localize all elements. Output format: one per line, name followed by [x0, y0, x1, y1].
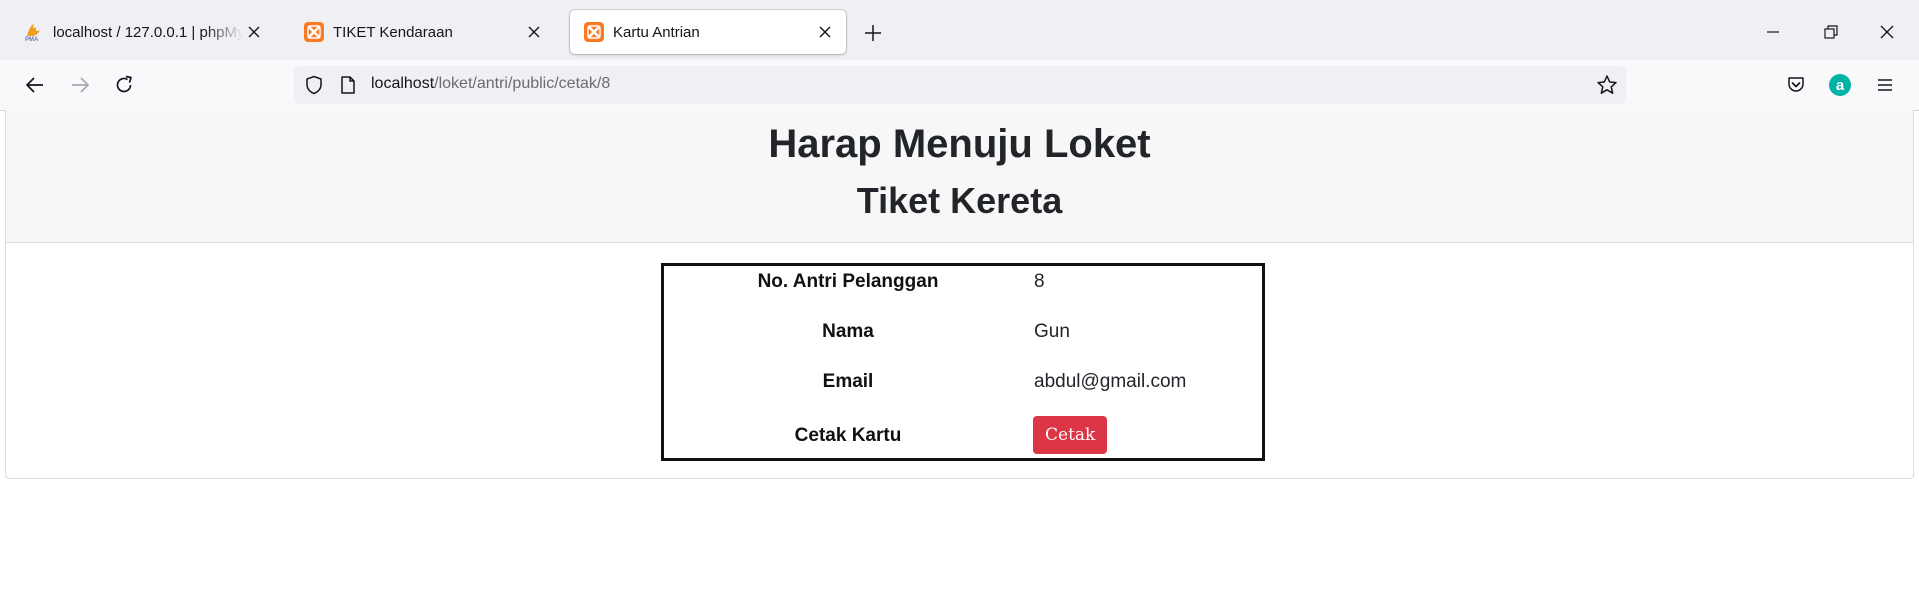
profile-avatar[interactable]: a [1824, 69, 1856, 101]
row-name: Nama Gun [664, 321, 1262, 361]
phpmyadmin-icon: PMA [24, 22, 44, 42]
tab-tiket-kendaraan[interactable]: TIKET Kendaraan [290, 10, 555, 54]
url-host: localhost [371, 75, 435, 92]
row-queue-number: No. Antri Pelanggan 8 [664, 271, 1262, 311]
url-path: /loket/antri/public/cetak/8 [434, 75, 611, 92]
name-label: Nama [822, 321, 874, 342]
row-email: Email abdul@gmail.com [664, 371, 1262, 411]
close-icon [1880, 25, 1894, 39]
queue-card: Harap Menuju Loket Tiket Kereta No. Antr… [5, 110, 1914, 479]
hamburger-menu-icon [1878, 79, 1892, 91]
tab-label: Kartu Antrian [613, 23, 700, 41]
forward-button[interactable] [64, 69, 96, 101]
email-value: abdul@gmail.com [1034, 371, 1187, 392]
xampp-icon [304, 22, 324, 42]
row-print-card: Cetak Kartu Cetak [664, 416, 1262, 456]
close-tab-icon[interactable] [243, 21, 265, 43]
tab-strip: PMA localhost / 127.0.0.1 | phpMyAdmin T… [0, 0, 1919, 60]
restore-icon [1824, 25, 1838, 39]
queue-info-table: No. Antri Pelanggan 8 Nama Gun Email abd… [661, 263, 1265, 461]
restore-button[interactable] [1807, 14, 1855, 50]
tab-label: localhost / 127.0.0.1 | phpMyAdmin [53, 23, 243, 41]
plus-icon [865, 25, 881, 41]
navigation-toolbar: localhost/loket/antri/public/cetak/8 a [0, 60, 1919, 111]
print-button[interactable]: Cetak [1033, 416, 1108, 454]
menu-button[interactable] [1869, 69, 1901, 101]
minimize-icon [1767, 31, 1779, 33]
queue-number-value: 8 [1034, 271, 1045, 292]
close-window-button[interactable] [1863, 14, 1911, 50]
shield-icon[interactable] [304, 75, 324, 95]
tab-kartu-antrian[interactable]: Kartu Antrian [570, 10, 846, 54]
account-icon: a [1829, 74, 1851, 96]
arrow-left-icon [26, 77, 43, 93]
reload-icon [116, 75, 132, 93]
card-header: Harap Menuju Loket Tiket Kereta [6, 110, 1913, 243]
url-text[interactable]: localhost/loket/antri/public/cetak/8 [371, 75, 610, 93]
xampp-icon [584, 22, 604, 42]
tab-label: TIKET Kendaraan [333, 23, 453, 41]
print-card-label: Cetak Kartu [794, 425, 902, 446]
arrow-right-icon [72, 77, 89, 93]
svg-text:a: a [1836, 77, 1845, 94]
url-bar[interactable]: localhost/loket/antri/public/cetak/8 [294, 66, 1626, 104]
close-tab-icon[interactable] [523, 21, 545, 43]
back-button[interactable] [19, 69, 51, 101]
page-icon[interactable] [338, 75, 358, 95]
page-subtitle: Tiket Kereta [856, 180, 1063, 221]
bookmark-star-icon[interactable] [1596, 74, 1618, 96]
queue-number-label: No. Antri Pelanggan [757, 271, 939, 292]
page-title: Harap Menuju Loket [768, 122, 1151, 166]
name-value: Gun [1034, 321, 1070, 342]
email-label: Email [822, 371, 874, 392]
pocket-button[interactable] [1780, 69, 1812, 101]
reload-button[interactable] [108, 69, 140, 101]
pocket-icon [1788, 77, 1804, 92]
new-tab-button[interactable] [860, 20, 886, 46]
minimize-button[interactable] [1749, 14, 1797, 50]
close-tab-icon[interactable] [814, 21, 836, 43]
tab-phpmyadmin[interactable]: PMA localhost / 127.0.0.1 | phpMyAdmin [10, 10, 275, 54]
svg-text:PMA: PMA [25, 37, 39, 42]
